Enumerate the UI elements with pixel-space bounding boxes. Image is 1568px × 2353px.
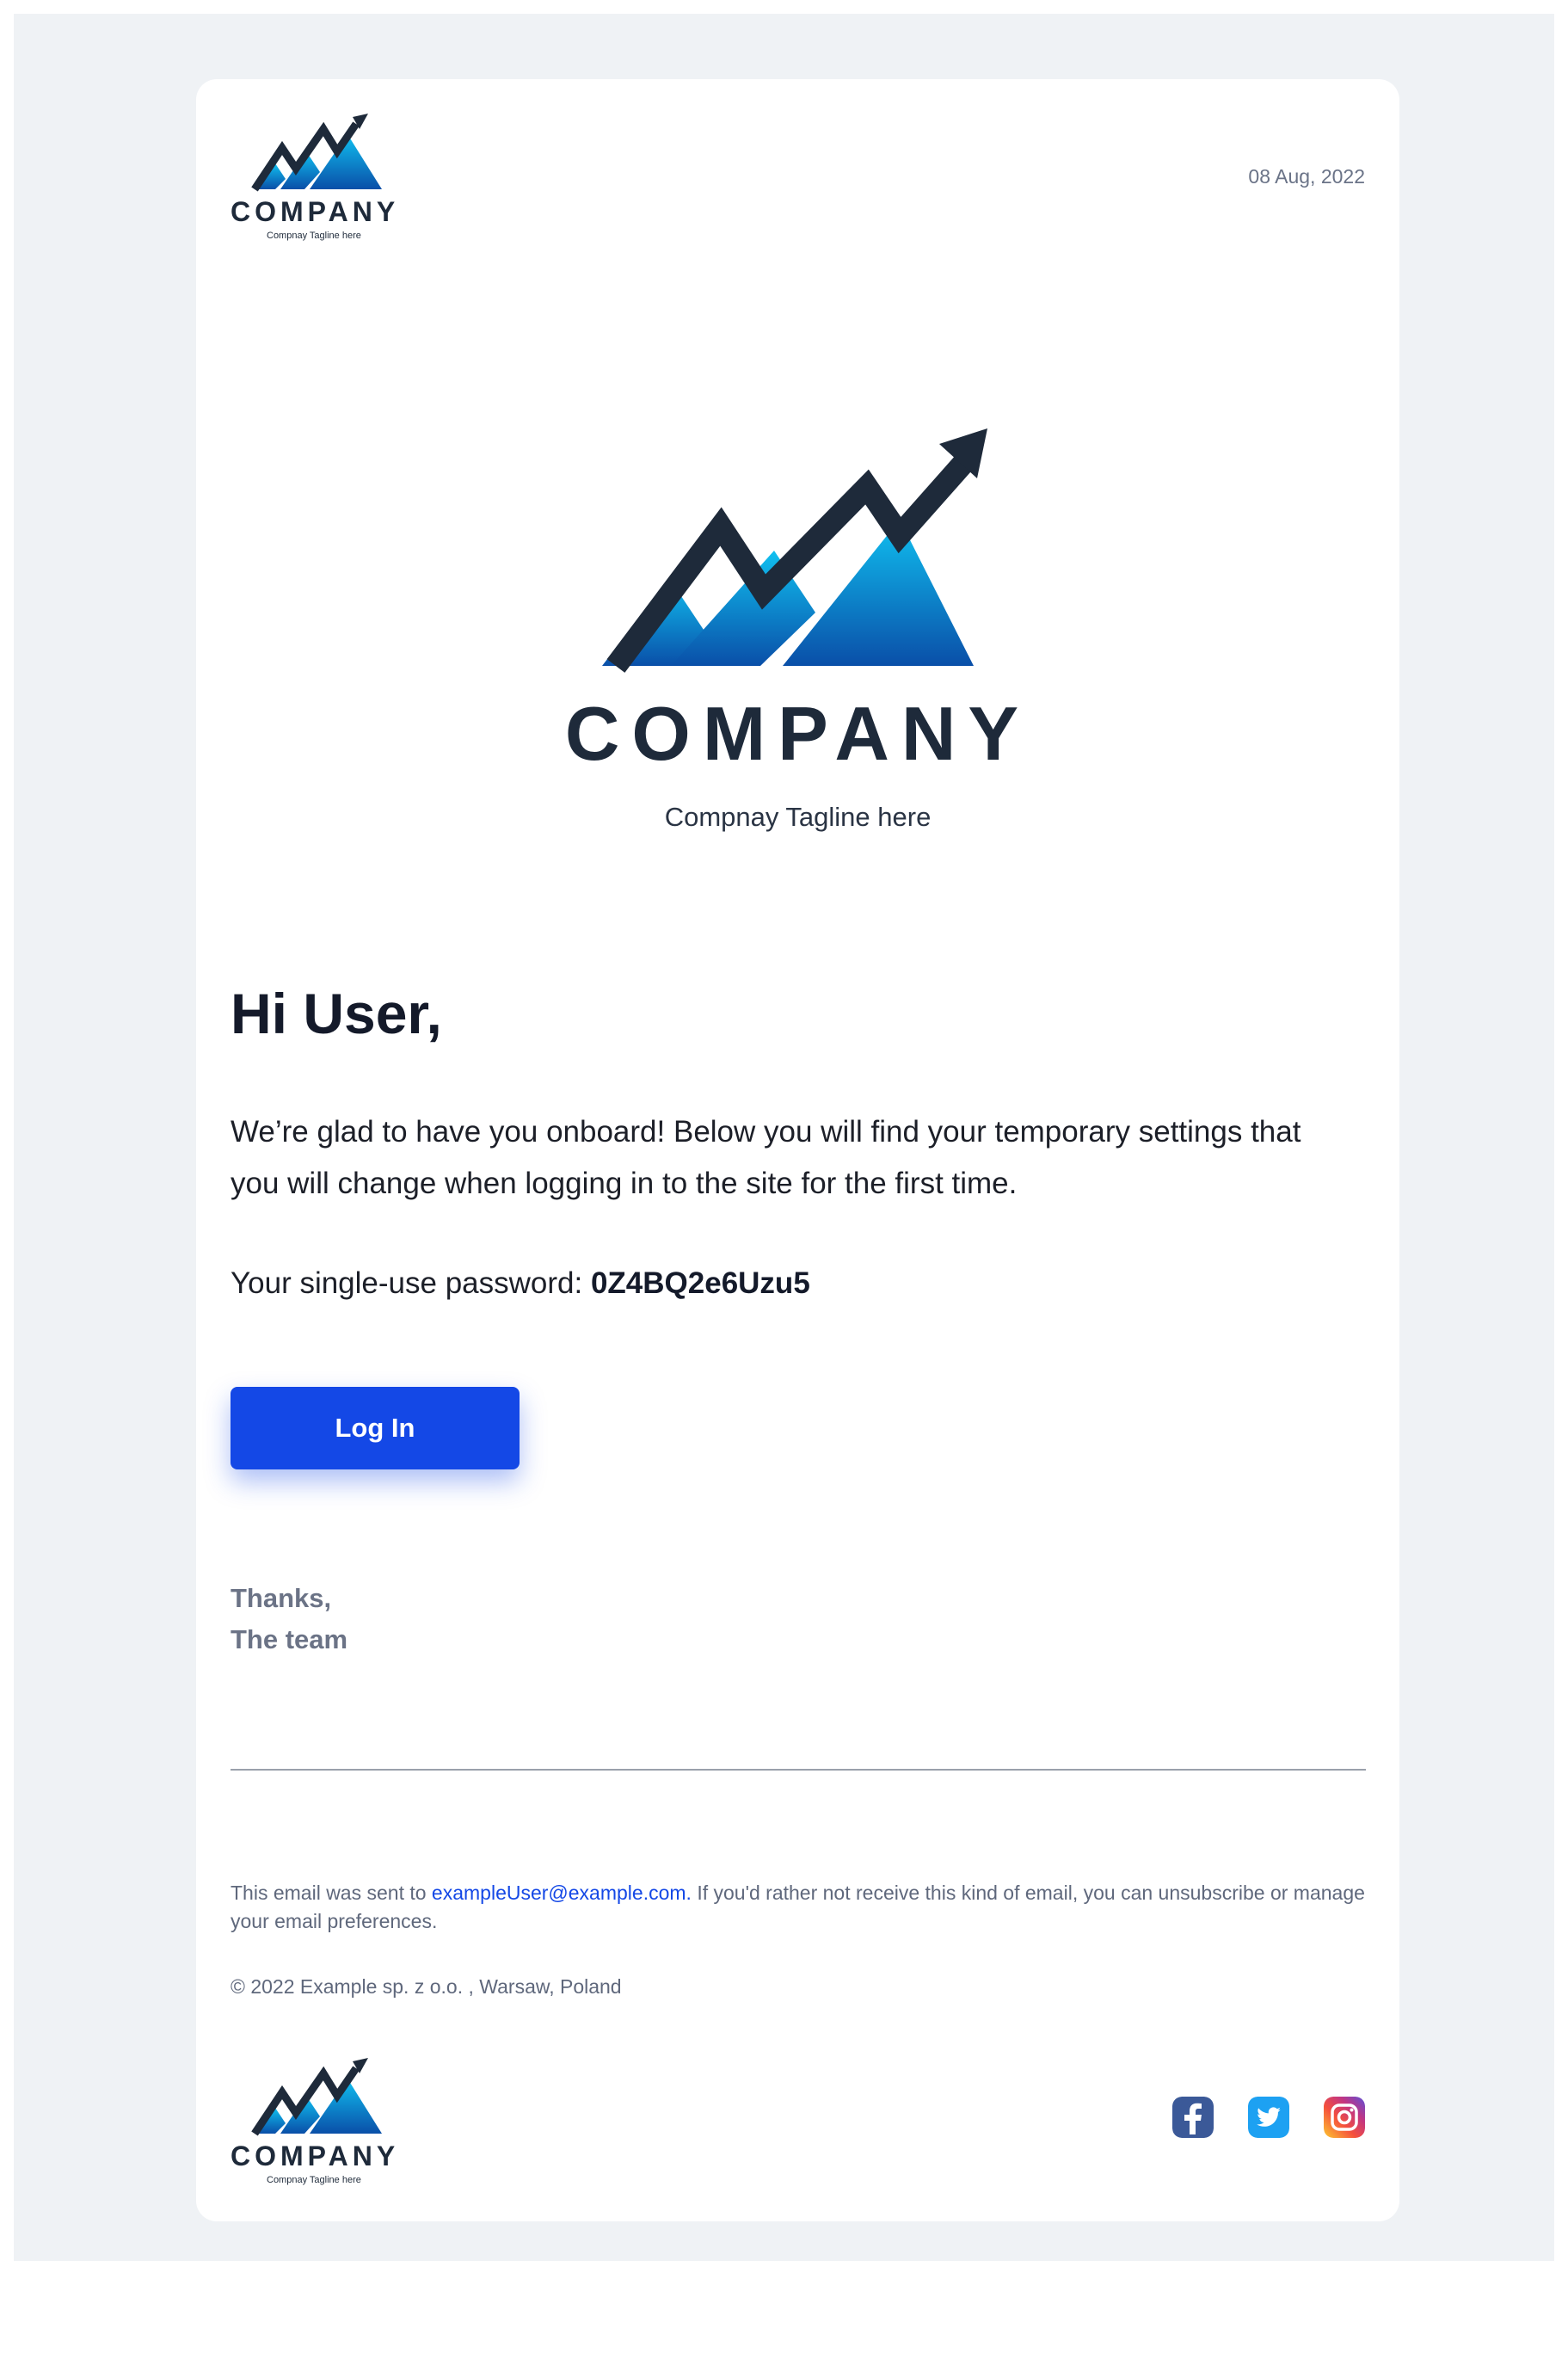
email-date: 08 Aug, 2022 <box>1248 165 1365 188</box>
password-label: Your single-use password: <box>231 1266 583 1300</box>
email-background: COMPANY Compnay Tagline here 08 Aug, 202… <box>14 14 1554 2261</box>
greeting-heading: Hi User, <box>231 982 442 1045</box>
footer-logo-wordmark: COMPANY <box>231 2140 400 2171</box>
hero-logo: COMPANY Compnay Tagline here <box>196 397 1399 832</box>
hero-logo-wordmark: COMPANY <box>564 691 1031 776</box>
twitter-link[interactable] <box>1248 2097 1289 2138</box>
signoff-thanks: Thanks, <box>231 1583 332 1613</box>
recipient-email-link[interactable]: exampleUser@example.com. <box>432 1882 692 1904</box>
header-logo: COMPANY Compnay Tagline here <box>231 114 403 243</box>
footer-sent-to-prefix: This email was sent to <box>231 1882 427 1904</box>
password-line: Your single-use password: 0Z4BQ2e6Uzu5 <box>231 1266 810 1301</box>
signoff-team: The team <box>231 1624 348 1654</box>
hero-logo-tagline: Compnay Tagline here <box>664 802 932 832</box>
footer-divider <box>231 1769 1366 1771</box>
instagram-icon <box>1324 2097 1365 2138</box>
footer-logo-tagline: Compnay Tagline here <box>267 2175 361 2185</box>
header-logo-tagline: Compnay Tagline here <box>267 231 361 241</box>
footer-copyright: © 2022 Example sp. z o.o. , Warsaw, Pola… <box>231 1975 622 1998</box>
footer-logo: COMPANY Compnay Tagline here <box>231 2058 403 2187</box>
footer-logo-mark <box>251 2058 382 2136</box>
signoff: Thanks, The team <box>231 1578 347 1660</box>
facebook-icon <box>1172 2097 1214 2138</box>
twitter-icon <box>1248 2097 1289 2138</box>
email-card: COMPANY Compnay Tagline here 08 Aug, 202… <box>196 79 1399 2221</box>
instagram-link[interactable] <box>1324 2097 1365 2138</box>
header-logo-wordmark: COMPANY <box>231 196 400 227</box>
login-button[interactable]: Log In <box>231 1387 520 1469</box>
social-links <box>1172 2097 1365 2138</box>
hero-logo-mark <box>602 428 987 673</box>
facebook-link[interactable] <box>1172 2097 1214 2138</box>
intro-paragraph: We’re glad to have you onboard! Below yo… <box>231 1115 1301 1200</box>
footer-notice: This email was sent to exampleUser@examp… <box>231 1879 1366 1936</box>
header-logo-mark <box>251 114 382 192</box>
password-value: 0Z4BQ2e6Uzu5 <box>590 1266 810 1300</box>
